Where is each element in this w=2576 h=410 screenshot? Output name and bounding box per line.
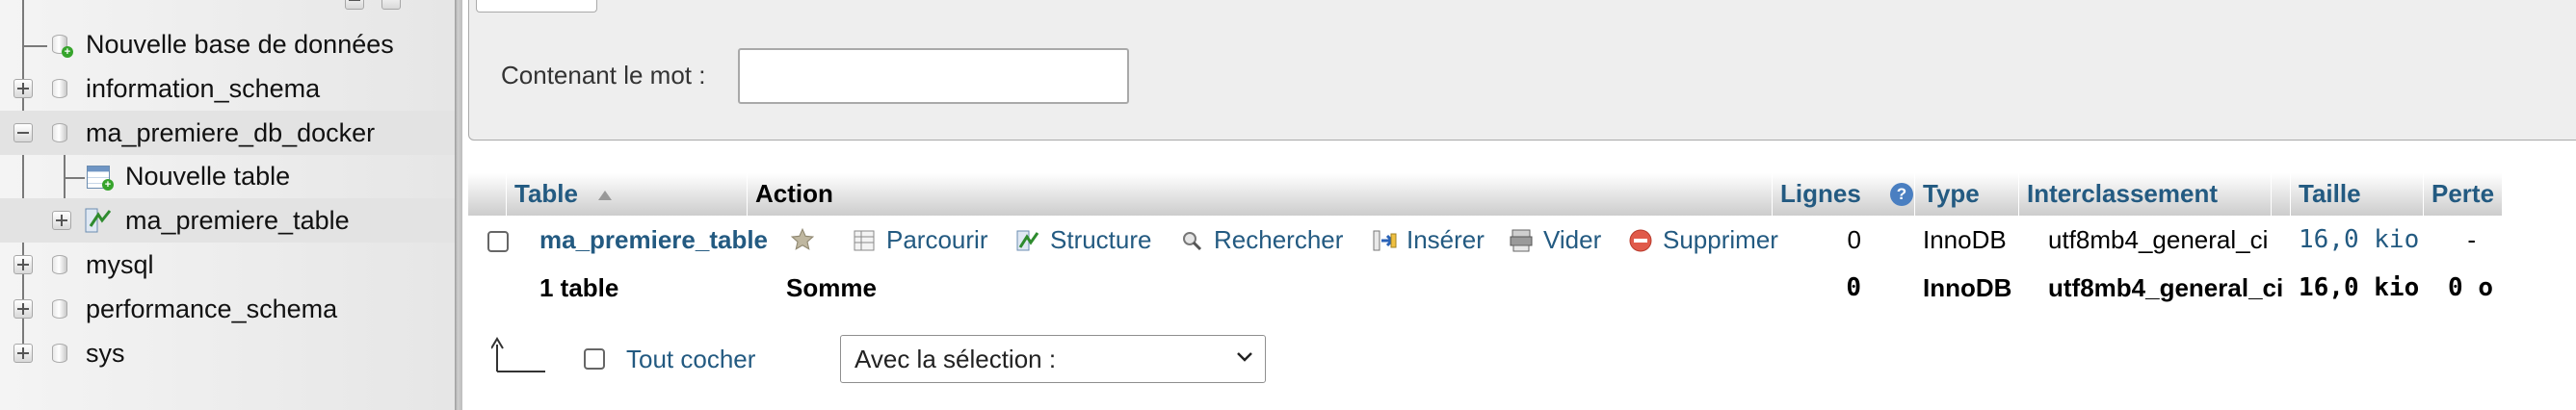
header-label: Action	[755, 179, 833, 208]
tree-line	[64, 177, 85, 179]
tree-line	[22, 45, 47, 47]
database-icon	[52, 299, 67, 319]
expand-icon[interactable]	[13, 255, 33, 274]
nav-item-label: Nouvelle table	[125, 162, 291, 191]
help-icon[interactable]: ?	[1890, 183, 1913, 206]
table-count: 1 table	[539, 273, 619, 302]
nav-item-label: ma_premiere_db_docker	[86, 118, 376, 147]
header-label: Table	[514, 179, 578, 208]
database-icon	[52, 344, 67, 363]
drop-icon	[1629, 229, 1652, 252]
header-label: Type	[1923, 179, 1980, 208]
sum-label: Somme	[786, 273, 877, 302]
add-icon: +	[62, 46, 73, 58]
add-icon: +	[102, 179, 114, 191]
action-label: Insérer	[1406, 225, 1485, 254]
favorite-star-icon[interactable]	[790, 227, 815, 252]
sum-rows-value: 0	[1846, 273, 1861, 302]
type-column-header[interactable]: Type	[1915, 173, 2019, 216]
rows-value: 0	[1847, 225, 1861, 254]
expand-icon[interactable]	[13, 299, 33, 319]
action-label: Rechercher	[1214, 225, 1344, 254]
size-column-header[interactable]: Taille	[2291, 173, 2424, 216]
with-selected-dropdown[interactable]: Avec la sélection :	[840, 335, 1266, 383]
action-label: Parcourir	[886, 225, 988, 254]
filter-input[interactable]	[738, 48, 1129, 104]
table-name-link[interactable]: ma_premiere_table	[539, 225, 768, 254]
action-label: Structure	[1050, 225, 1152, 254]
header-separator	[2272, 173, 2291, 216]
nav-item-label: Nouvelle base de données	[86, 30, 394, 59]
insert-icon	[1373, 230, 1397, 251]
main-content: Contenant le mot : Table Action Lignes ?…	[462, 0, 2576, 410]
browse-icon	[854, 230, 875, 251]
collapse-all-button[interactable]	[345, 0, 364, 10]
select-column-header	[468, 173, 507, 216]
sum-collation-value: utf8mb4_general_ci	[2048, 273, 2284, 302]
nav-item-label: information_schema	[86, 74, 321, 103]
nav-item-label: mysql	[86, 250, 154, 279]
rows-column-header[interactable]: Lignes ?	[1773, 173, 1915, 216]
database-icon	[52, 123, 67, 142]
expand-icon[interactable]	[13, 79, 33, 98]
overhead-value: -	[2467, 225, 2476, 254]
header-label: Perte	[2431, 179, 2495, 208]
check-all-checkbox[interactable]	[584, 348, 605, 370]
link-icon[interactable]	[381, 0, 401, 10]
sum-size-value: 16,0 kio	[2299, 273, 2420, 302]
action-label: Vider	[1543, 225, 1602, 254]
check-all-label[interactable]: Tout cocher	[626, 345, 755, 373]
database-icon	[52, 79, 67, 98]
sum-engine-value: InnoDB	[1923, 273, 2012, 302]
expand-icon[interactable]	[13, 344, 33, 363]
sort-ascending-icon	[598, 191, 613, 201]
dropdown-value: Avec la sélection :	[854, 345, 1057, 373]
collation-column-header[interactable]: Interclassement	[2019, 173, 2272, 216]
structure-icon	[1016, 230, 1039, 251]
sum-overhead-value: 0 o	[2448, 273, 2493, 302]
row-checkbox[interactable]	[487, 231, 509, 252]
arrow-ltr-icon	[491, 337, 545, 372]
search-icon	[1183, 232, 1202, 251]
collation-value: utf8mb4_general_ci	[2048, 225, 2269, 254]
nav-item-label: ma_premiere_table	[125, 206, 350, 235]
action-column-header: Action	[748, 173, 1773, 216]
database-icon	[52, 255, 67, 274]
engine-value: InnoDB	[1923, 225, 2007, 254]
filter-button[interactable]	[476, 0, 597, 13]
chevron-down-icon	[1237, 352, 1252, 362]
header-label: Lignes	[1780, 179, 1861, 208]
header-label: Interclassement	[2027, 179, 2218, 208]
nav-item-label: performance_schema	[86, 295, 338, 323]
filter-label: Contenant le mot :	[501, 61, 706, 90]
header-label: Taille	[2299, 179, 2361, 208]
size-value[interactable]: 16,0 kio	[2299, 225, 2419, 254]
overhead-column-header[interactable]: Perte	[2424, 173, 2503, 216]
empty-table-icon	[1510, 229, 1533, 252]
table-structure-icon	[85, 208, 112, 233]
collapse-icon[interactable]	[13, 123, 33, 142]
expand-icon[interactable]	[52, 211, 71, 230]
navigation-panel: + Nouvelle base de données information_s…	[0, 0, 455, 410]
navigation-resizer[interactable]	[455, 0, 462, 410]
table-name-column-header[interactable]: Table	[507, 173, 748, 216]
nav-item-label: sys	[86, 339, 125, 368]
